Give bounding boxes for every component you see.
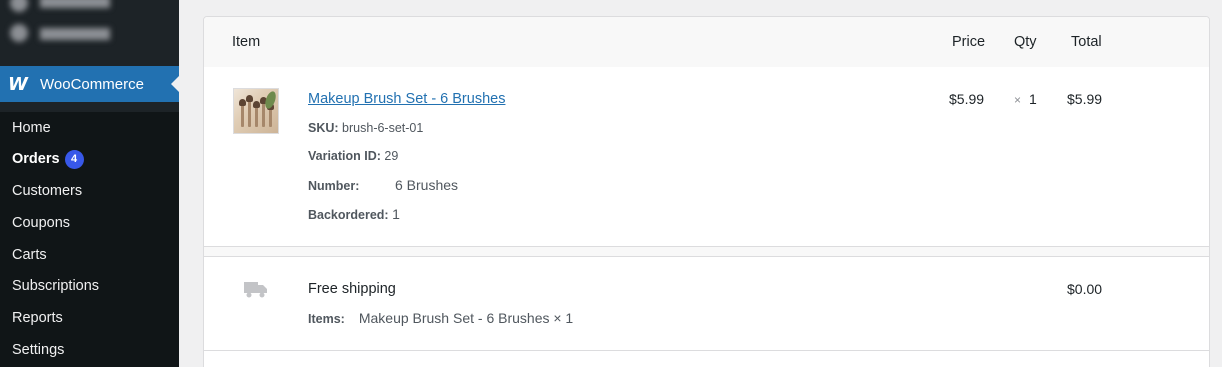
admin-sidebar: W WooCommerce Home Orders 4 Customers Cou… xyxy=(0,0,180,367)
comments-icon xyxy=(10,24,28,42)
submenu-item-home[interactable]: Home xyxy=(12,120,51,136)
submenu-item-customers[interactable]: Customers xyxy=(12,183,82,199)
meta-backordered: Backordered: 1 xyxy=(308,206,400,222)
line-item-total: $5.99 xyxy=(1067,91,1103,107)
orders-count-badge: 4 xyxy=(64,150,84,169)
section-gap xyxy=(204,247,1209,256)
product-thumbnail[interactable] xyxy=(233,88,279,134)
column-header-total: Total xyxy=(1071,34,1102,50)
shipping-method-name: Free shipping xyxy=(308,281,396,297)
column-header-price: Price xyxy=(952,34,986,50)
sidebar-item-label: WooCommerce xyxy=(40,75,144,93)
meta-variation-id: Variation ID: 29 xyxy=(308,149,399,163)
blurred-menu-icon xyxy=(10,0,28,12)
truck-icon xyxy=(244,282,267,298)
product-name-link[interactable]: Makeup Brush Set - 6 Brushes xyxy=(308,91,505,107)
submenu-item-label: Orders xyxy=(12,151,60,167)
shipping-items: Items: Makeup Brush Set - 6 Brushes × 1 xyxy=(308,310,574,326)
submenu-item-subscriptions[interactable]: Subscriptions xyxy=(12,278,99,294)
submenu-item-orders[interactable]: Orders 4 xyxy=(12,150,84,169)
table-header: Item Price Qty Total xyxy=(204,17,1209,67)
leaf-decoration xyxy=(263,90,278,110)
order-items-panel: Item Price Qty Total Makeup Brush Set - … xyxy=(203,16,1210,367)
submenu-item-coupons[interactable]: Coupons xyxy=(12,215,70,231)
submenu-item-carts[interactable]: Carts xyxy=(12,247,47,263)
row-divider xyxy=(204,350,1209,351)
woocommerce-submenu: Home Orders 4 Customers Coupons Carts Sub… xyxy=(0,112,179,367)
blurred-menu-label xyxy=(40,28,110,40)
shipping-total: $0.00 xyxy=(1067,281,1103,297)
blurred-menu-label xyxy=(40,0,110,8)
line-item-qty: × 1 xyxy=(1014,91,1037,107)
woocommerce-icon: W xyxy=(8,73,28,95)
submenu-item-settings[interactable]: Settings xyxy=(12,342,64,358)
column-header-qty: Qty xyxy=(1014,34,1037,50)
meta-number: Number: 6 Brushes xyxy=(308,177,459,193)
meta-sku: SKU: brush-6-set-01 xyxy=(308,121,424,135)
line-item-price: $5.99 xyxy=(949,91,985,107)
sidebar-item-woocommerce[interactable]: W WooCommerce xyxy=(0,66,180,102)
column-header-item: Item xyxy=(232,34,261,50)
submenu-item-reports[interactable]: Reports xyxy=(12,310,63,326)
row-divider xyxy=(204,256,1209,257)
